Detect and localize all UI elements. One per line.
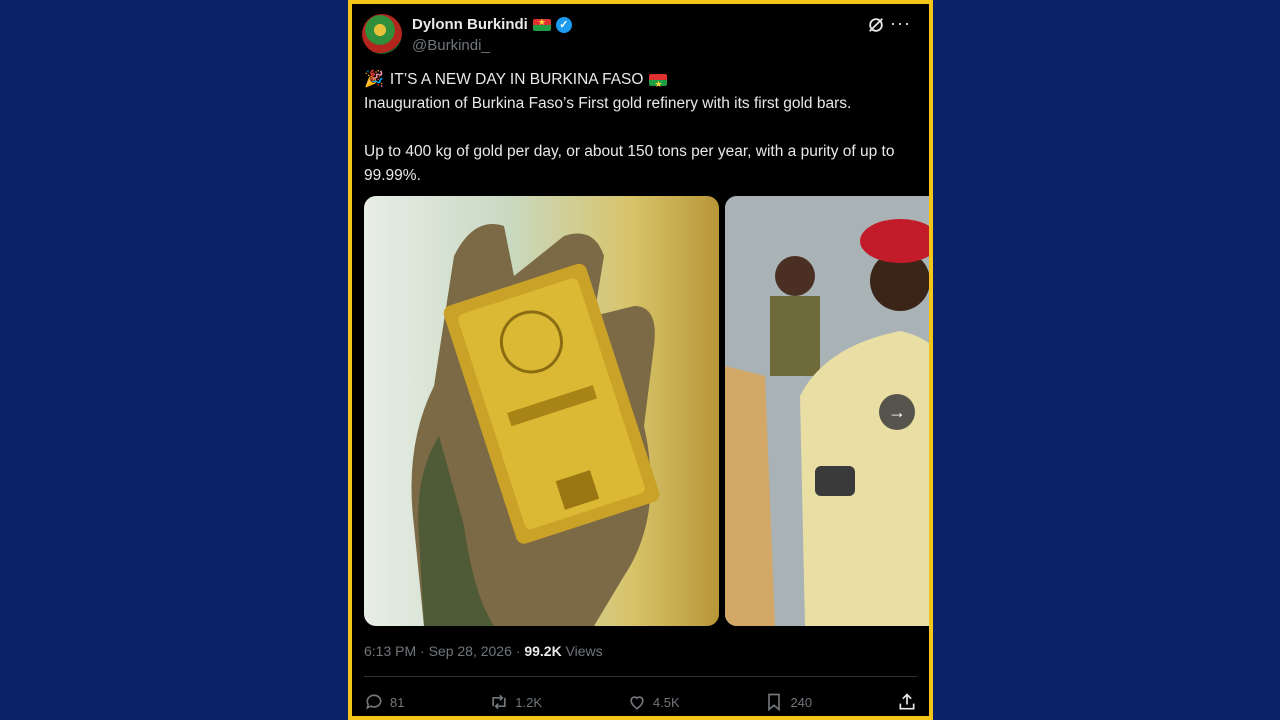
verified-icon: ✓ [555,16,572,33]
like-icon [630,696,644,710]
bookmark-icon [768,693,781,712]
tweet-card: Dylonn Burkindi ✓ @Burkindi_ ··· 🎉 IT’S … [348,0,933,720]
avatar[interactable] [362,14,402,54]
reply-button[interactable]: 81 [364,692,404,712]
author-name[interactable]: Dylonn Burkindi [412,16,528,33]
more-icon[interactable]: ··· [890,13,911,34]
media-image-gold-bar[interactable] [364,196,719,626]
reply-icon [366,694,382,710]
like-count: 4.5K [652,694,680,710]
timestamp[interactable]: 6:13 PM · Sep 28, 2026 · [364,643,524,659]
flag-icon [649,72,668,96]
flag-icon [532,17,551,31]
tweet-headline: IT’S A NEW DAY IN BURKINA FASO [389,71,644,88]
like-button[interactable]: 4.5K [627,692,680,712]
author-name-row: Dylonn Burkindi ✓ [412,16,572,33]
tweet-line: Inauguration of Burkina Faso’s First gol… [364,95,852,112]
media-carousel: → [364,196,929,626]
retweet-count: 1.2K [515,694,543,710]
bookmark-button[interactable]: 240 [764,692,812,712]
gold-bar-photo [411,224,660,626]
retweet-icon [492,694,506,710]
author-handle[interactable]: @Burkindi_ [412,37,490,54]
share-button[interactable] [897,692,917,712]
bookmark-count: 240 [790,694,813,710]
views-count: 99.2K [524,643,562,659]
share-icon [899,693,915,710]
divider [364,676,917,677]
retweet-button[interactable]: 1.2K [489,692,542,712]
grok-icon[interactable] [867,16,885,34]
tweet-line: Up to 400 kg of gold per day, or about 1… [364,143,895,184]
next-arrow-icon[interactable]: → [879,394,915,430]
party-popper-icon: 🎉 [364,71,384,88]
action-bar: 81 1.2K 4.5K 240 [364,688,917,716]
tweet-text: 🎉 IT’S A NEW DAY IN BURKINA FASO Inaugur… [364,68,919,188]
reply-count: 81 [390,694,405,710]
tweet-meta: 6:13 PM · Sep 28, 2026 · 99.2K Views [364,643,603,659]
views-label: Views [561,643,603,659]
